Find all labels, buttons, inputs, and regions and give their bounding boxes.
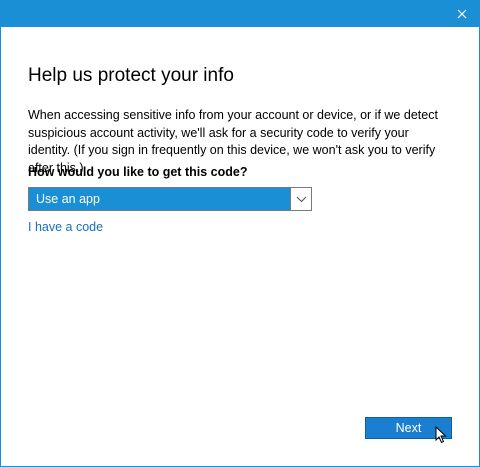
dropdown-button[interactable] xyxy=(290,188,311,210)
chevron-down-icon xyxy=(296,196,306,202)
page-title: Help us protect your info xyxy=(28,65,234,86)
next-button[interactable]: Next xyxy=(365,417,452,439)
have-code-link[interactable]: I have a code xyxy=(28,220,103,234)
title-bar xyxy=(1,1,479,27)
select-value: Use an app xyxy=(36,192,100,206)
verification-method-select[interactable]: Use an app xyxy=(28,187,312,211)
close-button[interactable] xyxy=(453,5,471,23)
dialog-window: Help us protect your info When accessing… xyxy=(0,0,480,467)
method-question-label: How would you like to get this code? xyxy=(28,165,248,179)
close-icon xyxy=(457,9,467,19)
